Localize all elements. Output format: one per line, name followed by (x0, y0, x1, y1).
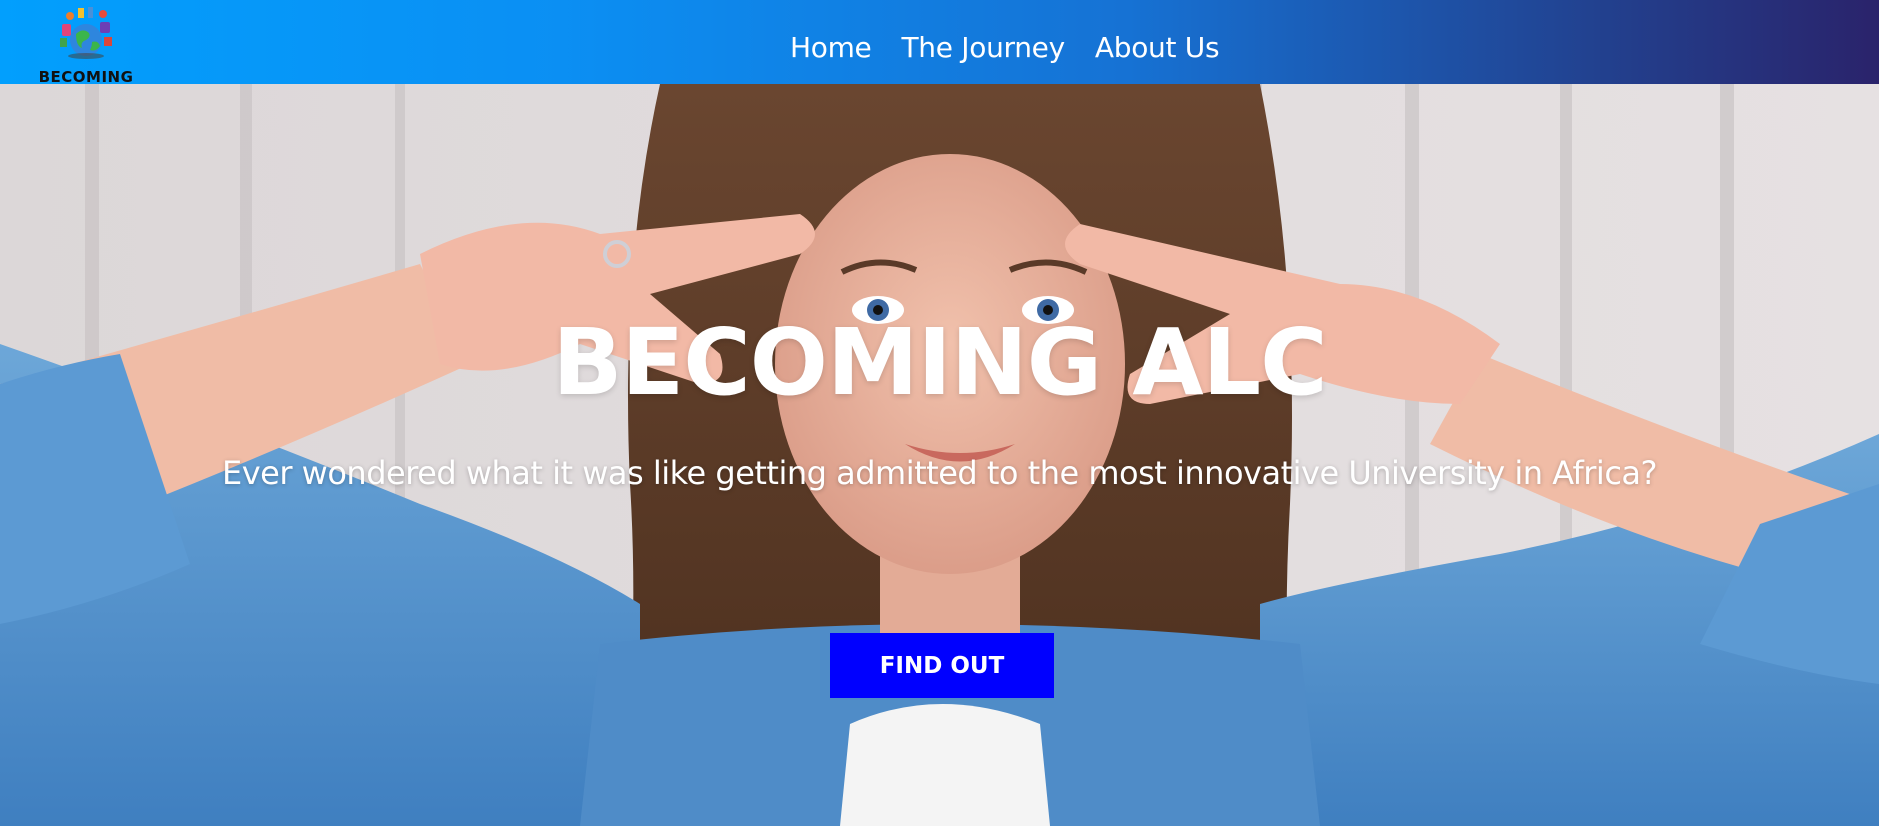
hero-title: BECOMING ALC (552, 309, 1327, 416)
top-navbar: BECOMING Home The Journey About Us (0, 0, 1879, 86)
globe-logo-icon (60, 7, 112, 59)
hero-subtitle: Ever wondered what it was like getting a… (222, 454, 1658, 492)
logo[interactable]: BECOMING (36, 4, 136, 86)
find-out-button[interactable]: FIND OUT (830, 633, 1054, 698)
nav-home[interactable]: Home (790, 28, 872, 68)
main-nav: Home The Journey About Us (790, 28, 1220, 68)
hero-section: BECOMING ALC Ever wondered what it was l… (0, 84, 1879, 826)
nav-the-journey[interactable]: The Journey (902, 28, 1066, 68)
logo-text: BECOMING (38, 68, 134, 86)
nav-about-us[interactable]: About Us (1095, 28, 1220, 68)
